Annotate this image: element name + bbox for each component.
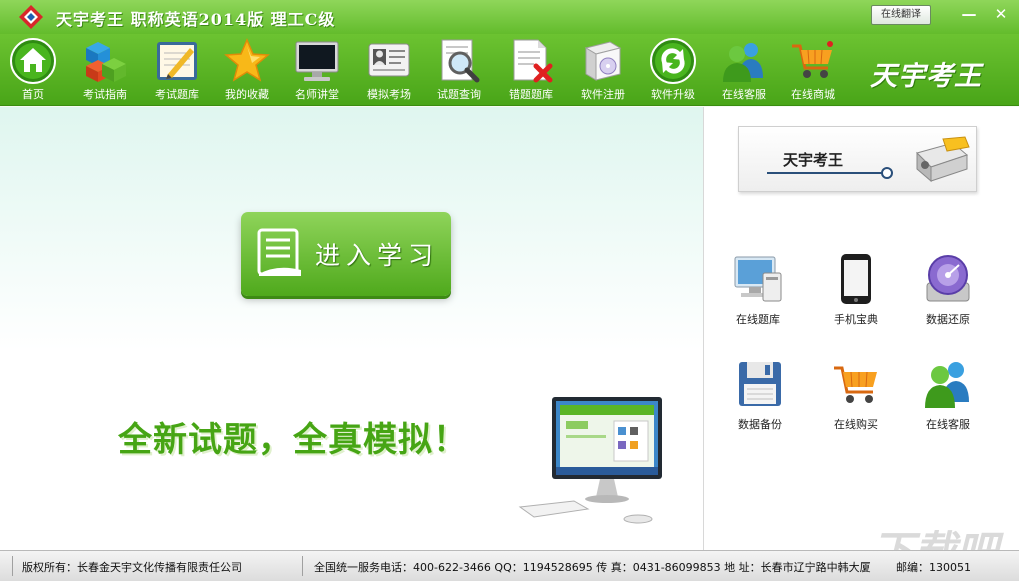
toolbar-item-software-upgrade[interactable]: 软件升级 [638,38,708,104]
desktop-computer-illustration [518,397,662,524]
sidebar-item-online-bank[interactable]: 在线题库 [715,253,801,327]
postcode-text: 邮编：130051 [896,561,971,574]
sidebar-item-label: 在线客服 [926,418,970,431]
toolbar-brand-logo: 天宇考王 [870,61,982,92]
toolbar-item-question-search[interactable]: 试题查询 [424,38,494,104]
close-button[interactable]: ✕ [990,5,1012,25]
brand-card-dot [881,167,893,179]
main-content-area: 进入学习 全新试题，全真模拟！ [0,107,703,550]
toolbar-item-online-store[interactable]: 在线商城 [778,38,848,104]
sidebar-item-label: 手机宝典 [834,313,878,326]
floppy-disk-icon [739,362,781,406]
status-bar: 版权所有：长春金天宇文化传播有限责任公司 全国统一服务电话：400-622-34… [0,550,1019,581]
home-icon [10,38,56,84]
brand-card-underline [767,172,889,174]
online-translate-button[interactable]: 在线翻译 [871,5,931,25]
pencil-sharpener-icon [916,136,970,183]
sidebar-item-data-backup[interactable]: 数据备份 [717,358,803,432]
status-divider [12,556,13,576]
toolbar-item-software-register[interactable]: 软件注册 [568,38,638,104]
toolbar-label: 软件注册 [581,88,625,101]
disk-restore-icon [926,255,970,302]
toolbar-item-favorites[interactable]: 我的收藏 [212,38,282,104]
brand-card: 天宇考王 [738,126,977,192]
sidebar-item-label: 在线购买 [834,418,878,431]
magnifier-document-icon [441,39,480,83]
toolbar-label: 首页 [22,88,44,101]
enter-study-label: 进入学习 [315,241,440,270]
toolbar-item-wrong-questions[interactable]: 错题题库 [496,38,566,104]
software-box-icon [584,41,622,81]
toolbar-item-mock-exam[interactable]: 模拟考场 [354,38,424,104]
smartphone-icon [841,254,871,304]
main-toolbar: 首页 考试指南 考试题库 我的收藏 名师讲堂 模拟考场 试题查询 错题题库 软件… [0,34,1019,106]
sidebar-item-data-restore[interactable]: 数据还原 [905,253,991,327]
sidebar-item-online-purchase[interactable]: 在线购买 [813,358,899,432]
copyright-text: 版权所有：长春金天宇文化传播有限责任公司 [22,561,242,574]
toolbar-item-question-bank[interactable]: 考试题库 [142,38,212,104]
toolbar-label: 在线商城 [791,88,835,101]
sidebar-item-label: 数据备份 [738,418,782,431]
toolbar-label: 考试指南 [83,88,127,101]
monitor-icon [295,41,339,81]
monitor-computer-icon [734,256,782,302]
title-bar: 天宇考王 职称英语2014版 理工C级 在线翻译 — ✕ [0,0,1019,34]
toolbar-item-home[interactable]: 首页 [0,38,68,104]
sidebar-item-online-service[interactable]: 在线客服 [905,358,991,432]
upgrade-arrows-icon [650,38,696,84]
toolbar-label: 我的收藏 [225,88,269,101]
study-notes-icon [257,228,301,276]
app-logo-icon [19,5,43,29]
window-title: 天宇考王 职称英语2014版 理工C级 [56,10,336,29]
shopping-cart-icon [792,41,833,78]
toolbar-item-lectures[interactable]: 名师讲堂 [282,38,352,104]
slogan-text: 全新试题，全真模拟！ [118,420,468,460]
notepad-pencil-icon [157,42,197,80]
star-icon [224,38,270,82]
brand-card-title: 天宇考王 [783,151,844,169]
toolbar-label: 在线客服 [722,88,766,101]
toolbar-item-exam-guide[interactable]: 考试指南 [70,38,140,104]
status-divider [302,556,303,576]
right-sidebar: 天宇考王 在线题库 手机宝典 数据还原 数据备份 在线购买 在线客服 [703,107,1019,550]
shopping-cart-icon [834,366,877,403]
users-icon [925,362,969,408]
sidebar-item-label: 数据还原 [926,313,970,326]
toolbar-label: 软件升级 [651,88,695,101]
contact-info-text: 全国统一服务电话：400-622-3466 QQ：1194528695 传 真：… [314,561,871,574]
toolbar-item-online-service[interactable]: 在线客服 [709,38,779,104]
toolbar-label: 考试题库 [155,88,199,101]
toolbar-label: 名师讲堂 [295,88,339,101]
cubes-icon [86,42,126,82]
toolbar-label: 错题题库 [509,88,553,101]
minimize-button[interactable]: — [958,5,980,25]
toolbar-label: 试题查询 [437,88,481,101]
document-error-icon [513,39,553,83]
enter-study-button[interactable]: 进入学习 [241,212,451,296]
sidebar-item-mobile[interactable]: 手机宝典 [813,253,899,327]
sidebar-item-label: 在线题库 [736,313,780,326]
id-card-icon [368,43,410,77]
users-icon [723,43,763,82]
toolbar-label: 模拟考场 [367,88,411,101]
